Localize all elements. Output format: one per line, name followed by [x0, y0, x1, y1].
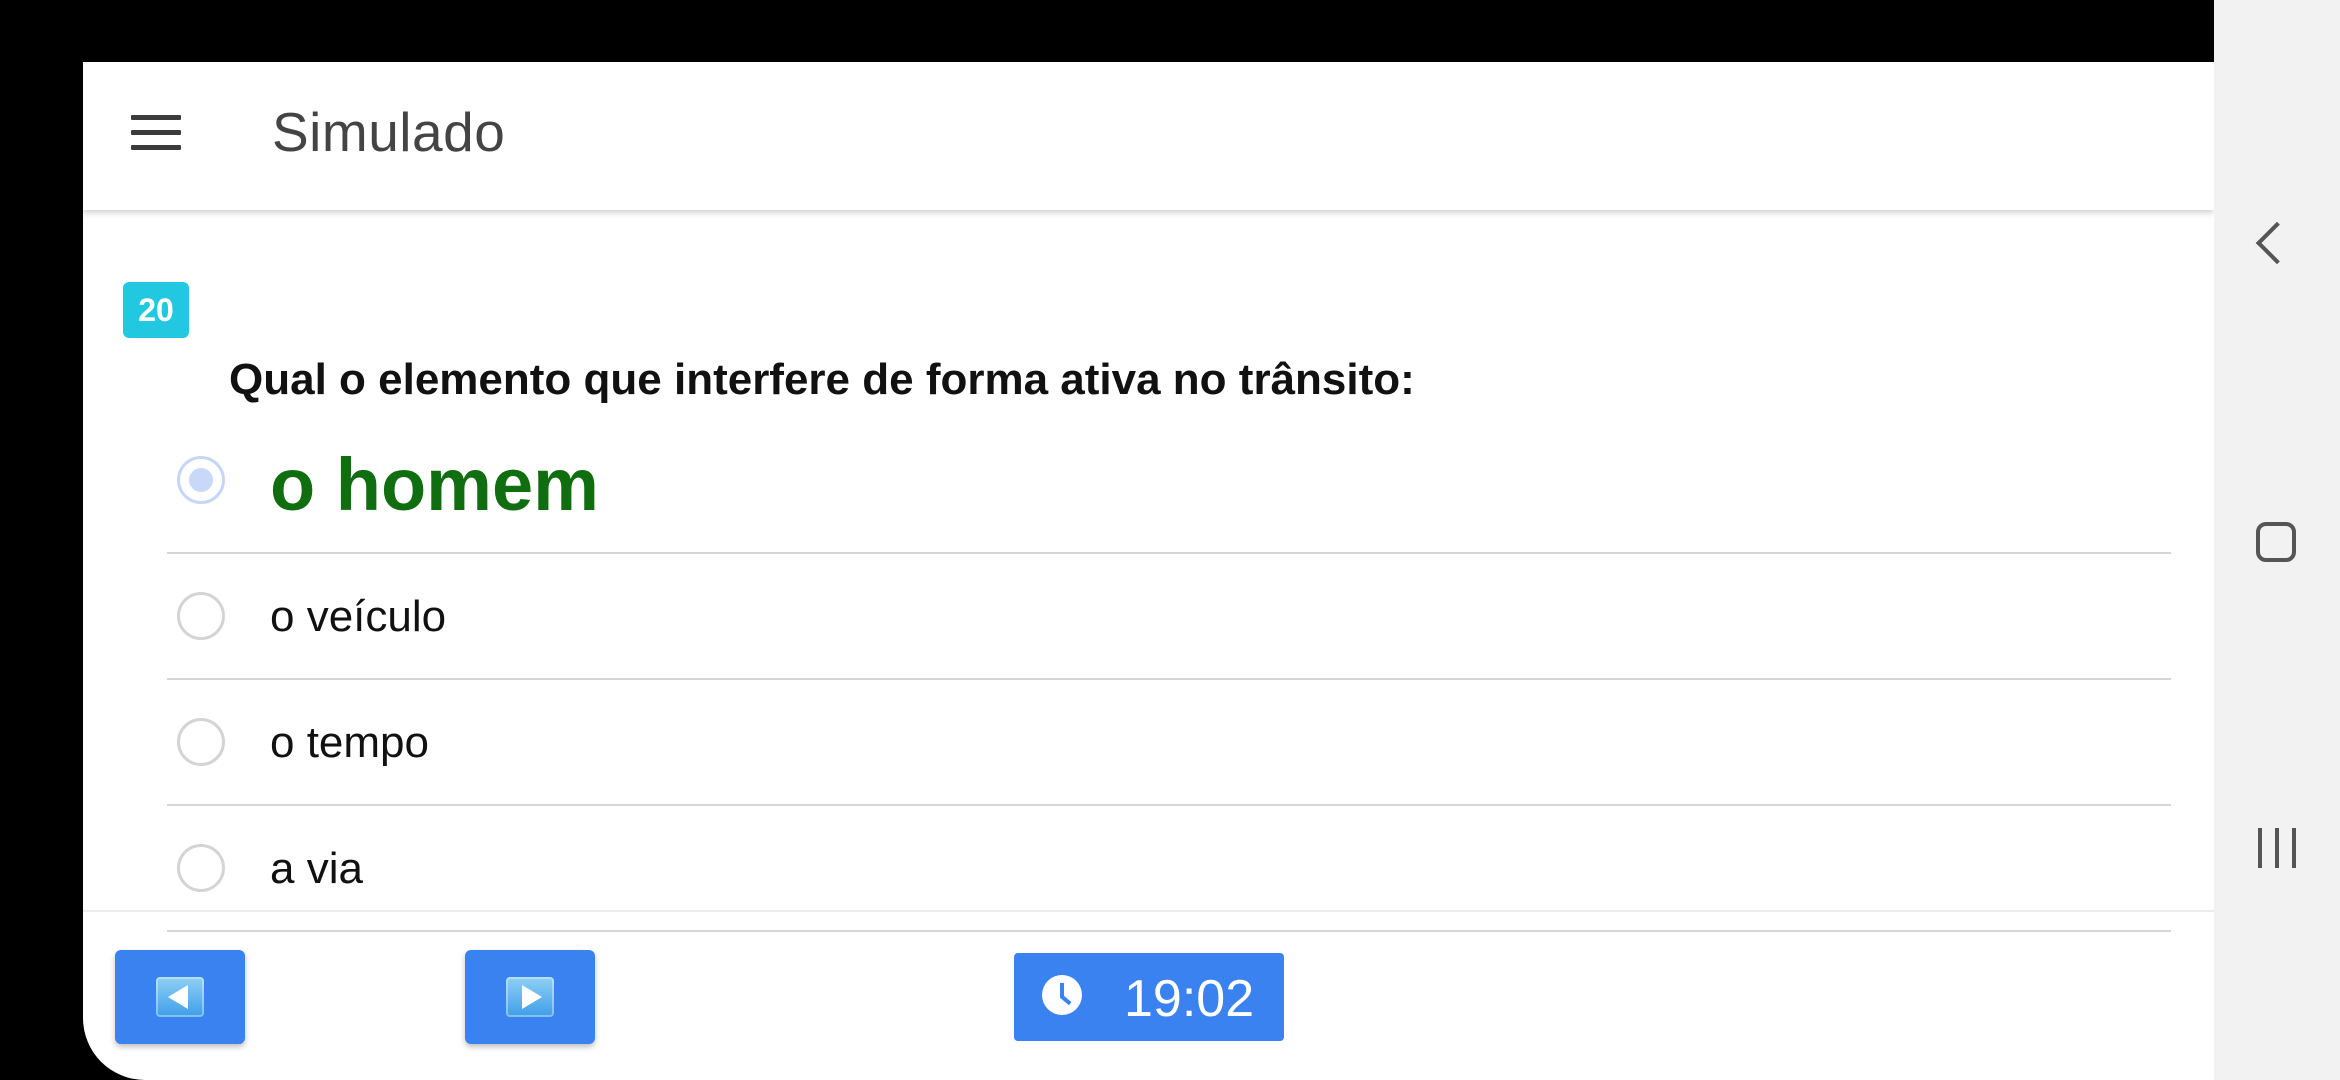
- answer-option-1[interactable]: o homem: [167, 422, 2171, 554]
- menu-icon[interactable]: [131, 115, 181, 155]
- next-question-button[interactable]: [465, 950, 595, 1044]
- radio-button[interactable]: [177, 592, 225, 640]
- app-bar: Simulado: [83, 62, 2214, 210]
- divider: [83, 910, 2214, 912]
- arrow-left-icon: [156, 977, 204, 1017]
- recents-icon[interactable]: [2256, 828, 2298, 868]
- radio-button[interactable]: [177, 718, 225, 766]
- app-title: Simulado: [272, 101, 506, 163]
- clock-icon: [1042, 975, 1082, 1015]
- answer-option-2[interactable]: o veículo: [167, 554, 2171, 680]
- arrow-right-icon: [506, 977, 554, 1017]
- answer-options: o homem o veículo o tempo a via: [167, 422, 2171, 932]
- radio-button-selected[interactable]: [177, 456, 225, 504]
- app-screen: Simulado 20 Qual o elemento que interfer…: [83, 62, 2214, 1080]
- answer-option-label: o tempo: [270, 718, 429, 767]
- answer-option-3[interactable]: o tempo: [167, 680, 2171, 806]
- timer-badge: 19:02: [1014, 953, 1284, 1041]
- timer-text: 19:02: [1124, 970, 1255, 1028]
- radio-button[interactable]: [177, 844, 225, 892]
- home-icon[interactable]: [2256, 522, 2296, 562]
- answer-option-label: o veículo: [270, 592, 447, 641]
- status-bar: [0, 0, 2214, 62]
- answer-option-label: o homem: [270, 443, 599, 526]
- question-number-badge: 20: [123, 282, 189, 338]
- previous-question-button[interactable]: [115, 950, 245, 1044]
- back-icon[interactable]: [2255, 221, 2299, 265]
- answer-option-label: a via: [270, 844, 363, 893]
- answer-option-4[interactable]: a via: [167, 806, 2171, 932]
- system-navigation-bar: [2214, 0, 2340, 1080]
- question-text: Qual o elemento que interfere de forma a…: [229, 355, 1415, 404]
